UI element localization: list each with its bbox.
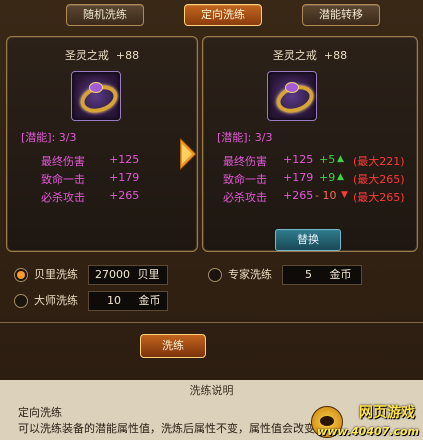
stat-value: +179 xyxy=(283,171,314,184)
up-arrow-icon: ▲ xyxy=(337,154,344,164)
current-item-panel: 圣灵之戒 +88 [潜能]: 3/3 最终伤害 +125 致命一击 +179 必… xyxy=(6,36,198,252)
description-text: 可以洗练装备的潜能属性值，洗炼后属性不变，属性值会改变。 xyxy=(18,422,326,435)
stat-max: (最大221) xyxy=(353,155,405,168)
shell-wash-cost: 27000 贝里 xyxy=(88,265,168,285)
item-title: 圣灵之戒 +88 xyxy=(64,49,140,62)
stat-name: 致命一击 xyxy=(223,173,267,186)
wash-window: 随机洗练 定向洗练 潜能转移 圣灵之戒 +88 [潜能]: 3/3 最终伤害 +… xyxy=(0,0,423,440)
shell-wash-label: 贝里洗练 xyxy=(34,268,78,281)
result-item-panel: 圣灵之戒 +88 [潜能]: 3/3 最终伤害 +125 +5 ▲ (最大221… xyxy=(202,36,418,252)
master-wash-cost: 10 金币 xyxy=(88,291,168,311)
expert-wash-radio[interactable] xyxy=(208,268,222,282)
stat-value: +265 xyxy=(109,189,140,202)
master-wash-radio[interactable] xyxy=(14,294,28,308)
stat-name: 致命一击 xyxy=(41,173,85,186)
site-watermark: 网页游戏 www.40407.com xyxy=(311,400,423,440)
stat-max: (最大265) xyxy=(353,191,405,204)
right-arrow-icon xyxy=(180,138,196,170)
tab-bar: 随机洗练 定向洗练 潜能转移 xyxy=(0,4,423,26)
stat-delta: +5 xyxy=(319,153,336,166)
stat-name: 必杀攻击 xyxy=(41,191,85,204)
divider xyxy=(0,322,423,323)
item-slot[interactable] xyxy=(71,71,122,121)
stat-value: +125 xyxy=(109,153,140,166)
tab-directed-wash[interactable]: 定向洗练 xyxy=(184,4,262,26)
watermark-title: 网页游戏 xyxy=(359,405,415,421)
stat-delta: +9 xyxy=(319,171,336,184)
description-subtitle: 定向洗练 xyxy=(18,406,62,419)
expert-wash-cost: 5 金币 xyxy=(282,265,362,285)
watermark-url: www.40407.com xyxy=(317,425,419,438)
tab-random-wash[interactable]: 随机洗练 xyxy=(66,4,144,26)
potential-label: [潜能]: 3/3 xyxy=(21,131,77,144)
stat-max: (最大265) xyxy=(353,173,405,186)
shell-wash-radio[interactable] xyxy=(14,268,28,282)
master-wash-label: 大师洗练 xyxy=(34,294,78,307)
stat-value: +179 xyxy=(109,171,140,184)
stat-value: +125 xyxy=(283,153,314,166)
item-title: 圣灵之戒 +88 xyxy=(272,49,348,62)
ring-gem-icon xyxy=(89,82,103,93)
tab-potential-transfer[interactable]: 潜能转移 xyxy=(302,4,380,26)
replace-button[interactable]: 替换 xyxy=(275,229,341,251)
stat-name: 必杀攻击 xyxy=(223,191,267,204)
down-arrow-icon: ▼ xyxy=(341,190,348,200)
item-slot[interactable] xyxy=(267,71,318,121)
stat-delta: - 10 xyxy=(315,189,337,202)
stat-value: +265 xyxy=(283,189,314,202)
stat-name: 最终伤害 xyxy=(223,155,267,168)
stat-name: 最终伤害 xyxy=(41,155,85,168)
potential-label: [潜能]: 3/3 xyxy=(217,131,273,144)
ring-gem-icon xyxy=(285,82,299,93)
description-title: 洗练说明 xyxy=(189,384,234,397)
up-arrow-icon: ▲ xyxy=(337,172,344,182)
expert-wash-label: 专家洗练 xyxy=(228,268,272,281)
wash-button[interactable]: 洗练 xyxy=(140,334,206,358)
